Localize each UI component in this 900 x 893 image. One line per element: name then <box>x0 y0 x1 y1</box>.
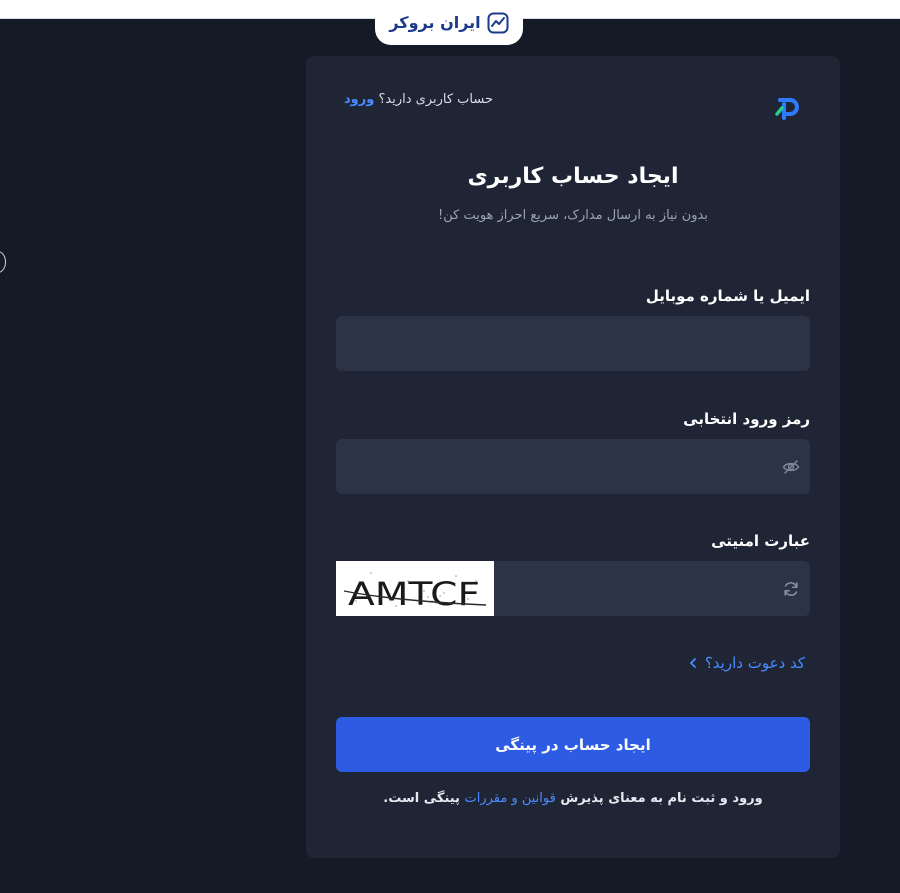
password-field[interactable] <box>336 439 810 494</box>
invite-code-link: کد دعوت دارید؟ <box>704 654 805 672</box>
brand-tab[interactable]: ایران بروکر <box>375 0 523 45</box>
captcha-label: عبارت امنیتی <box>711 532 810 550</box>
pingi-logo-icon <box>775 98 799 120</box>
have-account-text: حساب کاربری دارید؟ <box>378 92 493 107</box>
side-control-icon[interactable] <box>0 251 6 273</box>
password-label: رمز ورود انتخابی <box>683 410 810 428</box>
trend-chart-icon <box>487 12 509 33</box>
page-subtitle: بدون نیاز به ارسال مدارک، سریع احراز هوی… <box>438 208 708 223</box>
terms-link[interactable]: قوانین و مقررات <box>464 791 555 806</box>
create-account-button[interactable]: ایجاد حساب در پینگی <box>336 717 810 772</box>
captcha-image: AMTCF <box>336 561 494 616</box>
terms-suffix: پینگی است. <box>383 791 465 806</box>
eye-off-icon[interactable] <box>782 458 800 476</box>
terms-prefix: ورود و ثبت نام به معنای پذیرش <box>555 791 763 806</box>
chevron-left-icon <box>689 658 696 668</box>
captcha-field-wrapper: AMTCF <box>336 561 810 616</box>
have-account-line: حساب کاربری دارید؟ ورود <box>344 92 493 107</box>
refresh-icon[interactable] <box>782 580 800 598</box>
password-field-wrapper <box>336 439 810 494</box>
signup-card: حساب کاربری دارید؟ ورود ایجاد حساب کاربر… <box>306 56 840 858</box>
email-label: ایمیل یا شماره موبایل <box>645 287 810 305</box>
brand-name: ایران بروکر <box>389 13 481 32</box>
captcha-text: AMTCF <box>348 575 480 613</box>
page-title: ایجاد حساب کاربری <box>467 164 679 189</box>
terms-line: ورود و ثبت نام به معنای پذیرش قوانین و م… <box>306 791 840 806</box>
email-field[interactable] <box>336 316 810 371</box>
invite-code-toggle[interactable]: کد دعوت دارید؟ <box>687 654 805 672</box>
login-link[interactable]: ورود <box>344 92 374 107</box>
